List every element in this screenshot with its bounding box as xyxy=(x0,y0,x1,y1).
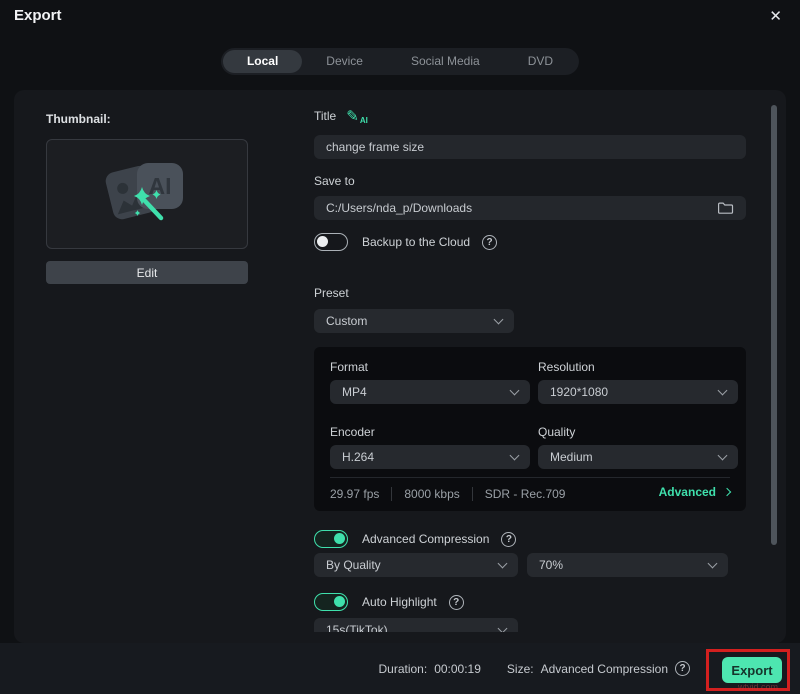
thumbnail-label: Thumbnail: xyxy=(46,112,111,126)
chevron-down-icon xyxy=(718,385,728,395)
compression-quality-dropdown[interactable]: 70% xyxy=(527,553,728,577)
save-path-input[interactable]: C:/Users/nda_p/Downloads xyxy=(314,196,746,220)
settings-column: Title ✎AI change frame size Save to C:/U… xyxy=(314,90,746,643)
resolution-dropdown[interactable]: 1920*1080 xyxy=(538,380,738,404)
resolution-label: Resolution xyxy=(538,360,595,374)
duration-label: Duration: xyxy=(378,662,427,676)
watermark-text: wtvid.com xyxy=(738,682,778,692)
tab-local[interactable]: Local xyxy=(223,50,302,73)
save-to-label: Save to xyxy=(314,174,355,188)
encoder-label: Encoder xyxy=(330,425,375,439)
auto-highlight-toggle[interactable] xyxy=(314,593,348,611)
footer-bar: Duration: 00:00:19 Size: Advanced Compre… xyxy=(0,643,800,694)
backup-help-icon[interactable]: ? xyxy=(482,235,497,250)
export-button[interactable]: Export xyxy=(722,657,782,683)
chevron-down-icon xyxy=(510,385,520,395)
title-label: Title xyxy=(314,109,336,123)
preset-label: Preset xyxy=(314,286,349,300)
ai-thumbnail-icon: AI xyxy=(93,151,201,237)
chevron-down-icon xyxy=(510,450,520,460)
format-label: Format xyxy=(330,360,368,374)
export-target-tabs: Local Device Social Media DVD xyxy=(221,48,579,75)
export-settings-panel: Thumbnail: AI Edit Title ✎AI xyxy=(14,90,786,643)
scrollbar-thumb[interactable] xyxy=(771,105,777,545)
stream-info: 29.97 fps 8000 kbps SDR - Rec.709 xyxy=(330,487,565,501)
tab-social-media[interactable]: Social Media xyxy=(387,50,504,73)
duration-info: Duration: 00:00:19 xyxy=(378,662,480,676)
clipped-row: 15s(TikTok) xyxy=(314,618,518,632)
tab-dvd[interactable]: DVD xyxy=(504,50,577,73)
auto-highlight-label: Auto Highlight xyxy=(362,595,437,609)
chevron-down-icon xyxy=(708,558,718,568)
close-icon[interactable]: ✕ xyxy=(765,5,786,27)
size-help-icon[interactable]: ? xyxy=(675,661,690,676)
dialog-title: Export xyxy=(14,7,62,24)
compression-mode-dropdown[interactable]: By Quality xyxy=(314,553,518,577)
advanced-compression-toggle[interactable] xyxy=(314,530,348,548)
size-info: Size: Advanced Compression ? xyxy=(507,661,690,676)
advanced-compression-label: Advanced Compression xyxy=(362,532,489,546)
quality-dropdown[interactable]: Medium xyxy=(538,445,738,469)
encoder-dropdown[interactable]: H.264 xyxy=(330,445,530,469)
tab-device[interactable]: Device xyxy=(302,50,387,73)
divider xyxy=(330,477,730,478)
chevron-right-icon xyxy=(723,488,731,496)
edit-thumbnail-button[interactable]: Edit xyxy=(46,261,248,284)
backup-cloud-toggle[interactable] xyxy=(314,233,348,251)
size-label: Size: xyxy=(507,662,534,676)
preset-dropdown[interactable]: Custom xyxy=(314,309,514,333)
thumbnail-preview[interactable]: AI xyxy=(46,139,248,249)
title-input[interactable]: change frame size xyxy=(314,135,746,159)
format-settings-group: Format Resolution MP4 1920*1080 Encoder … xyxy=(314,347,746,511)
bitrate-value: 8000 kbps xyxy=(404,487,459,501)
ai-title-generator-icon[interactable]: ✎AI xyxy=(346,107,368,125)
color-space-value: SDR - Rec.709 xyxy=(485,487,566,501)
svg-text:AI: AI xyxy=(149,173,172,199)
duration-value: 00:00:19 xyxy=(434,662,481,676)
chevron-down-icon xyxy=(498,623,508,632)
folder-browse-icon[interactable] xyxy=(717,201,734,215)
quality-label: Quality xyxy=(538,425,575,439)
chevron-down-icon xyxy=(498,558,508,568)
size-value: Advanced Compression xyxy=(541,662,668,676)
advanced-settings-link[interactable]: Advanced xyxy=(659,485,730,499)
chevron-down-icon xyxy=(718,450,728,460)
compression-help-icon[interactable]: ? xyxy=(501,532,516,547)
chevron-down-icon xyxy=(494,314,504,324)
fps-value: 29.97 fps xyxy=(330,487,379,501)
format-dropdown[interactable]: MP4 xyxy=(330,380,530,404)
highlight-duration-dropdown[interactable]: 15s(TikTok) xyxy=(314,618,518,632)
highlight-help-icon[interactable]: ? xyxy=(449,595,464,610)
backup-cloud-label: Backup to the Cloud xyxy=(362,235,470,249)
